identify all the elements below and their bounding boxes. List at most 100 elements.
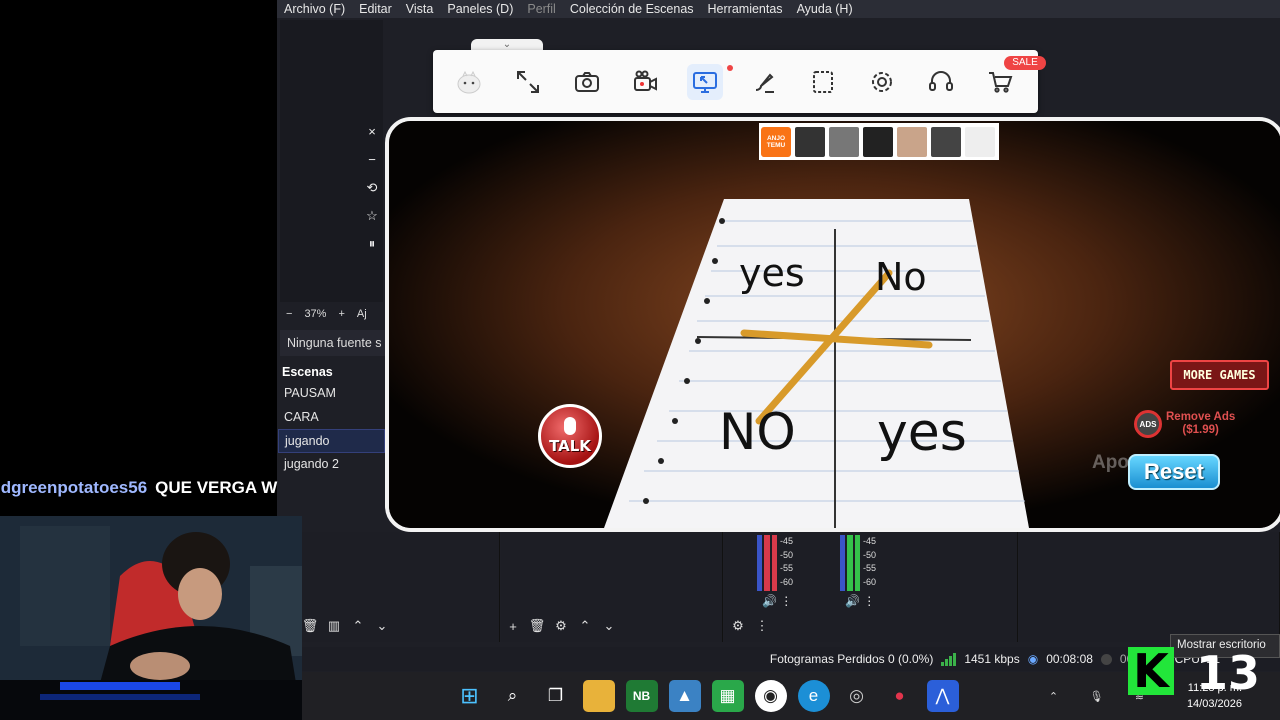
rotate-icon[interactable]: ⟲ xyxy=(367,178,378,198)
settings-icon[interactable] xyxy=(864,64,900,100)
more-options-icon[interactable]: ⋮ xyxy=(755,618,769,633)
minimize-icon[interactable]: − xyxy=(368,150,376,170)
filter-icon[interactable]: ▥ xyxy=(327,618,341,633)
ad-product-image xyxy=(931,126,961,157)
pause-icon[interactable]: ⏸ xyxy=(369,234,376,254)
sources-empty-message: Ninguna fuente s xyxy=(280,330,385,356)
zoom-value: 37% xyxy=(304,308,327,320)
gear-icon[interactable]: ⚙ xyxy=(554,618,568,633)
add-icon[interactable]: + xyxy=(506,619,520,634)
speaker-icon[interactable]: 🔊 xyxy=(762,594,777,608)
kick-logo: K xyxy=(1128,647,1174,695)
green-app-icon[interactable]: ▦ xyxy=(711,680,744,712)
meter-level-label: -50 xyxy=(863,549,877,560)
zoom-in-button[interactable]: + xyxy=(338,308,344,320)
crop-icon[interactable] xyxy=(805,64,841,100)
mixer-toolbar: ⚙ ⋮ xyxy=(731,618,769,633)
move-down-icon[interactable]: ⌄ xyxy=(602,618,616,633)
pin-icon[interactable]: ☆ xyxy=(366,206,378,226)
viewer-count: 13 xyxy=(1196,646,1261,700)
answer-no-bottom: NO xyxy=(719,403,796,461)
more-options-icon[interactable]: ⋮ xyxy=(863,594,875,608)
meter-level-label: -45 xyxy=(863,536,877,546)
chat-line: ldgreenpotatoes56 QUE VERGA W xyxy=(0,478,310,502)
mixer-channel-1: -45 -50 -55 -60 xyxy=(757,535,793,591)
advanced-audio-icon[interactable]: ⚙ xyxy=(731,618,745,633)
zoom-out-button[interactable]: − xyxy=(286,308,292,320)
zoom-bar: − 37% + Aj xyxy=(280,304,385,324)
mirror-side-controls: × − ⟲ ☆ ⏸ xyxy=(360,118,384,268)
menu-item[interactable]: Colección de Escenas xyxy=(563,2,701,16)
answer-yes-top: yes xyxy=(739,251,805,295)
apowermirror-icon[interactable]: ⋀ xyxy=(926,680,959,712)
record-icon[interactable] xyxy=(628,64,664,100)
notification-dot xyxy=(727,65,733,71)
record-indicator-icon xyxy=(1100,653,1112,665)
trash-icon[interactable]: 🗑 xyxy=(529,618,546,633)
edge-icon[interactable]: e xyxy=(797,680,830,712)
obs-icon[interactable]: ◉ xyxy=(754,680,787,712)
chat-username: ldgreenpotatoes56 xyxy=(0,478,148,497)
answer-yes-bottom: yes xyxy=(877,403,967,463)
logo-icon[interactable] xyxy=(451,64,487,100)
app-nb-icon[interactable]: NB xyxy=(625,680,658,712)
move-up-icon[interactable]: ⌃ xyxy=(351,618,365,633)
maps-pin-icon[interactable]: ● xyxy=(884,680,916,712)
move-down-icon[interactable]: ⌄ xyxy=(375,618,389,633)
screenshot-icon[interactable] xyxy=(569,64,605,100)
mixer-channel-2-controls: 🔊 ⋮ xyxy=(845,594,875,608)
webcam-feed xyxy=(0,516,302,720)
chat-message: QUE VERGA W xyxy=(155,478,278,497)
tray-expand-icon[interactable]: ⌃ xyxy=(1038,680,1070,712)
photos-icon[interactable]: ▲ xyxy=(668,680,701,712)
windows-start-icon[interactable]: ⊞ xyxy=(454,680,486,712)
fullscreen-icon[interactable] xyxy=(510,64,546,100)
dropped-frames: Fotogramas Perdidos 0 (0.0%) xyxy=(769,652,934,666)
file-explorer-icon[interactable] xyxy=(582,680,615,712)
ad-banner[interactable]: ANJO TEMU xyxy=(759,123,999,160)
recorder-icon[interactable]: ◎ xyxy=(841,680,873,712)
meter-scale: -45 -50 -55 -60 xyxy=(863,535,876,591)
trash-icon[interactable]: 🗑 xyxy=(302,618,319,633)
menu-item[interactable]: Perfil xyxy=(520,2,562,16)
scene-item[interactable]: jugando 2 xyxy=(278,453,385,477)
search-icon[interactable]: ⌕ xyxy=(497,680,529,712)
ad-product-image xyxy=(795,126,825,157)
meter-scale: -45 -50 -55 -60 xyxy=(780,535,793,591)
zoom-fit-button[interactable]: Aj xyxy=(357,308,367,320)
talk-label: TALK xyxy=(549,437,591,455)
speaker-icon[interactable]: 🔊 xyxy=(845,594,860,608)
meter-level-label: -60 xyxy=(863,576,877,587)
talk-button[interactable]: TALK xyxy=(538,404,602,468)
meter-level-label: -55 xyxy=(780,563,794,573)
answer-no-top: No xyxy=(875,255,927,299)
volume-meter xyxy=(757,535,777,591)
brush-icon[interactable] xyxy=(746,64,782,100)
scene-item[interactable]: jugando xyxy=(278,429,385,453)
menu-item[interactable]: Vista xyxy=(399,2,441,16)
mixer-channel-1-controls: 🔊 ⋮ xyxy=(762,594,792,608)
stream-icon: ◉ xyxy=(1027,652,1039,666)
scene-item[interactable]: CARA xyxy=(278,406,385,430)
close-icon[interactable]: × xyxy=(368,122,376,142)
sale-badge: SALE xyxy=(1004,56,1046,70)
menu-item[interactable]: Archivo (F) xyxy=(277,2,352,16)
move-up-icon[interactable]: ⌃ xyxy=(578,618,592,633)
menu-item[interactable]: Herramientas xyxy=(701,2,790,16)
support-icon[interactable] xyxy=(923,64,959,100)
scene-item[interactable]: PAUSAM xyxy=(278,382,385,406)
menu-item[interactable]: Paneles (D) xyxy=(440,2,520,16)
obs-menubar: Archivo (F) Editar Vista Paneles (D) Perfil C… xyxy=(277,0,1280,18)
microphone-icon[interactable]: 🎙 xyxy=(1081,680,1113,712)
more-options-icon[interactable]: ⋮ xyxy=(780,594,792,608)
reset-button[interactable]: Reset xyxy=(1128,454,1220,490)
mirror-toolbar xyxy=(433,50,1038,113)
menu-item[interactable]: Ayuda (H) xyxy=(790,2,860,16)
remove-ads-button[interactable]: ADS Remove Ads ($1.99) xyxy=(1134,406,1272,442)
ad-product-image xyxy=(829,126,859,157)
mirror-cast-icon[interactable] xyxy=(687,63,723,100)
task-view-icon[interactable]: ❐ xyxy=(540,680,572,712)
more-games-button[interactable]: MORE GAMES xyxy=(1170,360,1269,390)
menu-item[interactable]: Editar xyxy=(352,2,399,16)
remove-ads-text: Remove Ads xyxy=(1166,411,1236,423)
